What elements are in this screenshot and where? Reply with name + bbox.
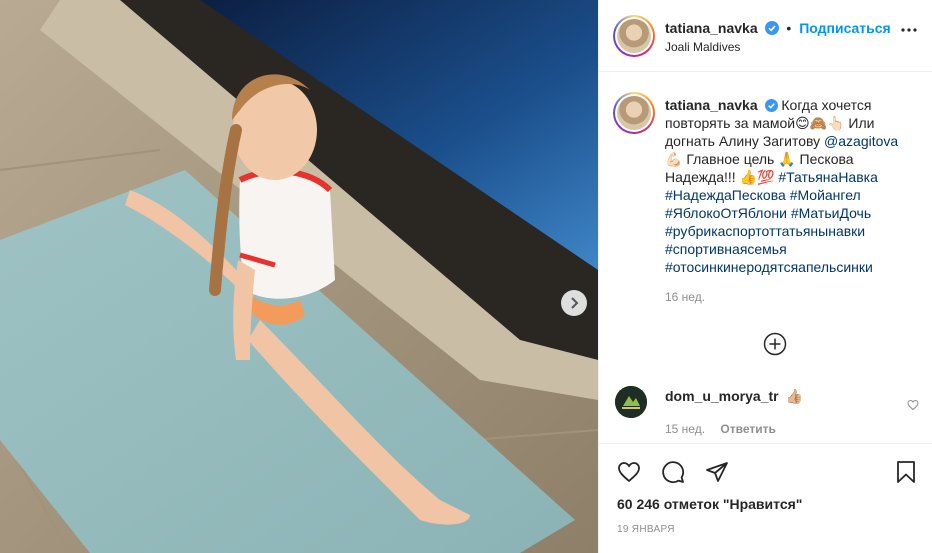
comment-username[interactable]: dom_u_morya_tr xyxy=(665,388,779,404)
like-heart-icon[interactable] xyxy=(617,460,641,484)
post-header: tatiana_navka • Подписаться Joali Maldiv… xyxy=(599,0,932,72)
follow-separator: • xyxy=(786,20,792,36)
caption-username[interactable]: tatiana_navka xyxy=(665,97,758,113)
caption-text: tatiana_navka Когда хочется повторять за… xyxy=(665,96,915,306)
more-horizontal-icon[interactable] xyxy=(901,28,917,32)
post-image[interactable] xyxy=(0,0,598,553)
post-date[interactable]: 19 ЯНВАРЯ xyxy=(617,524,675,535)
hashtag-link[interactable]: #ТатьянаНавка xyxy=(778,169,878,185)
follow-button[interactable]: Подписаться xyxy=(799,20,891,36)
verified-badge-icon xyxy=(764,99,778,112)
caption-timestamp[interactable]: 16 нед. xyxy=(665,288,915,306)
load-more-comments-icon[interactable] xyxy=(763,332,787,356)
comment-text: dom_u_morya_tr 👍🏼 xyxy=(665,388,803,405)
hashtag-link[interactable]: #НадеждаПескова xyxy=(665,187,786,203)
like-comment-heart-icon[interactable] xyxy=(907,399,919,411)
hashtag-link[interactable]: #Мойангел xyxy=(790,187,861,203)
hashtag-link[interactable]: #ЯблокоОтЯблони xyxy=(665,205,787,221)
comment-avatar[interactable] xyxy=(615,386,647,418)
verified-badge-icon xyxy=(764,21,779,35)
post-location[interactable]: Joali Maldives xyxy=(665,40,740,54)
reply-button[interactable]: Ответить xyxy=(720,422,775,436)
hashtag-link[interactable]: #МатьиДочь xyxy=(791,205,871,221)
post-side-panel: tatiana_navka • Подписаться Joali Maldiv… xyxy=(598,0,932,553)
author-avatar[interactable] xyxy=(613,15,655,57)
comment-timestamp[interactable]: 15 нед. xyxy=(665,422,705,436)
comment-body: 👍🏼 xyxy=(785,388,803,404)
likes-count[interactable]: 60 246 отметок "Нравится" xyxy=(617,496,802,512)
hashtag-link[interactable]: #отосинкинеродятсяапельсинки xyxy=(665,259,873,275)
share-send-icon[interactable] xyxy=(705,460,729,484)
hashtag-link[interactable]: #спортивнаясемья xyxy=(665,241,787,257)
mention-link[interactable]: @azagitova xyxy=(824,133,898,149)
comment-bubble-icon[interactable] xyxy=(661,460,685,484)
post-actions: 60 246 отметок "Нравится" 19 ЯНВАРЯ xyxy=(599,443,932,553)
hashtag-link[interactable]: #рубрикаспортоттатьянынавки xyxy=(665,223,865,239)
instagram-post: tatiana_navka • Подписаться Joali Maldiv… xyxy=(0,0,932,553)
logo-icon xyxy=(615,386,647,418)
next-photo-button[interactable] xyxy=(561,290,587,316)
bookmark-icon[interactable] xyxy=(895,460,917,484)
chevron-right-icon xyxy=(571,297,579,309)
caption-author-avatar[interactable] xyxy=(613,92,655,134)
author-username[interactable]: tatiana_navka xyxy=(665,20,758,36)
post-photo xyxy=(0,0,598,553)
